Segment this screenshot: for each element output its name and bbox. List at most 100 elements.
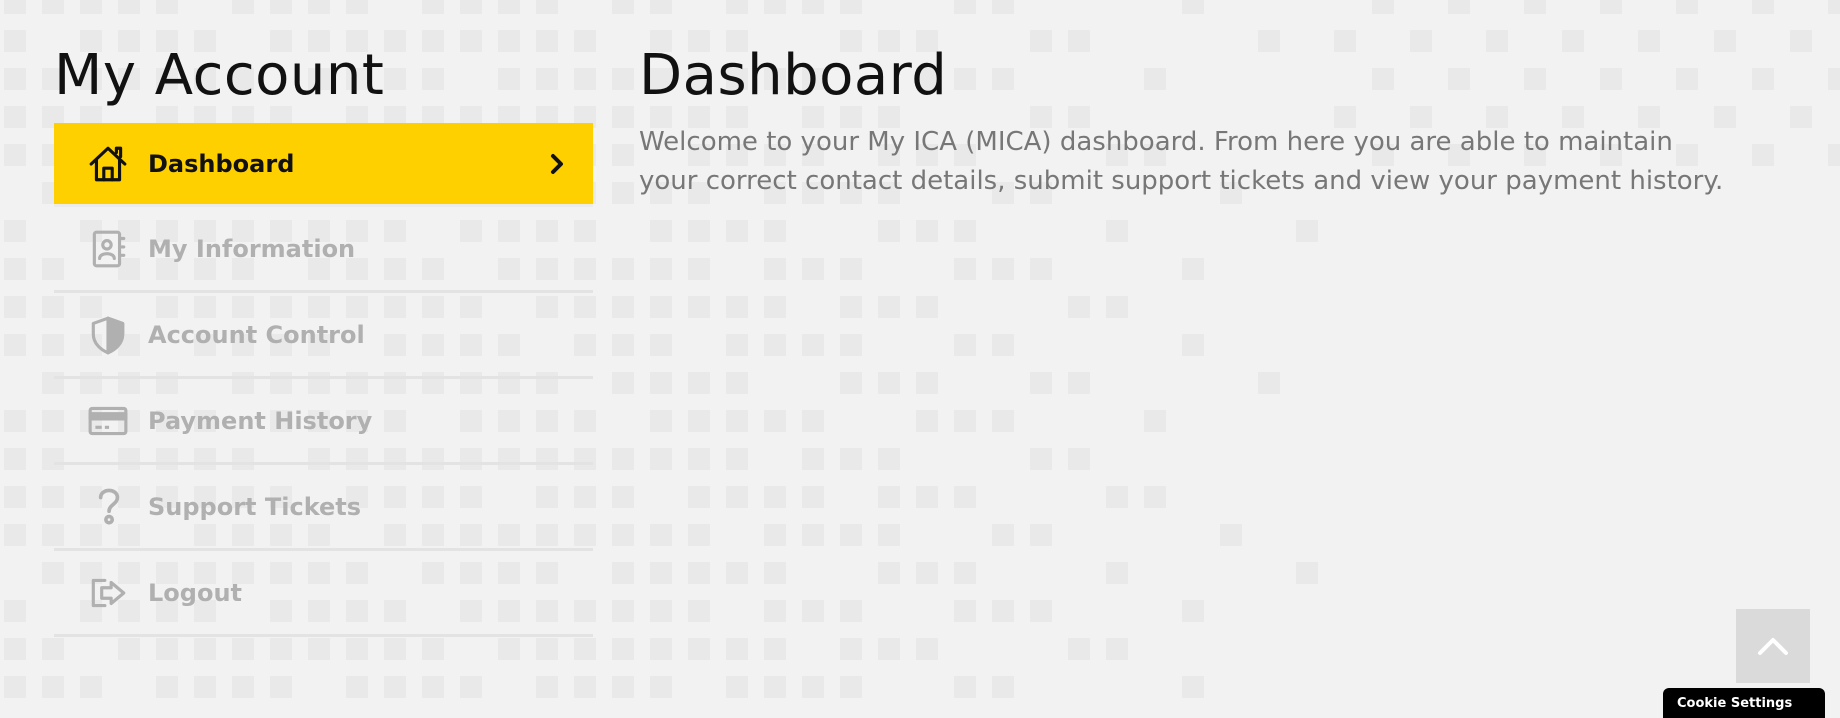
pattern-square [650, 220, 672, 242]
nav-item-payment-history[interactable]: Payment History [54, 379, 593, 465]
pattern-square [802, 676, 824, 698]
pattern-square [1220, 524, 1242, 546]
pattern-square [992, 676, 1014, 698]
pattern-square [1182, 334, 1204, 356]
pattern-square [1828, 0, 1840, 14]
pattern-square [764, 220, 786, 242]
pattern-square [726, 410, 748, 432]
cookie-settings-button[interactable]: Cookie Settings [1663, 688, 1825, 718]
pattern-square [840, 524, 862, 546]
pattern-square [612, 486, 634, 508]
pattern-square [764, 334, 786, 356]
pattern-square [878, 220, 900, 242]
pattern-square [916, 220, 938, 242]
pattern-square [954, 410, 976, 432]
pattern-square [764, 676, 786, 698]
pattern-square [840, 448, 862, 470]
pattern-square [156, 676, 178, 698]
pattern-square [1752, 144, 1774, 166]
pattern-square [1296, 220, 1318, 242]
pattern-square [688, 258, 710, 280]
pattern-square [726, 296, 748, 318]
pattern-square [992, 524, 1014, 546]
pattern-square [1144, 410, 1166, 432]
pattern-square [1828, 144, 1840, 166]
scroll-to-top-button[interactable] [1736, 609, 1810, 683]
pattern-square [878, 372, 900, 394]
pattern-square [1106, 638, 1128, 660]
pattern-square [194, 638, 216, 660]
pattern-square [878, 562, 900, 584]
nav-item-account-control[interactable]: Account Control [54, 293, 593, 379]
pattern-square [726, 372, 748, 394]
nav-item-support-tickets[interactable]: Support Tickets [54, 465, 593, 551]
pattern-square [612, 600, 634, 622]
pattern-square [878, 486, 900, 508]
pattern-square [840, 296, 862, 318]
dashboard-description: Welcome to your My ICA (MICA) dashboard.… [639, 127, 1724, 196]
nav-item-dashboard[interactable]: Dashboard [54, 123, 593, 207]
logout-icon [86, 571, 130, 615]
pattern-square [726, 448, 748, 470]
pattern-square [4, 106, 26, 128]
nav-label-my-information: My Information [148, 234, 356, 263]
pattern-square [688, 372, 710, 394]
nav-item-logout[interactable]: Logout [54, 551, 593, 637]
pattern-square [764, 600, 786, 622]
pattern-square [1030, 372, 1052, 394]
pattern-square [992, 334, 1014, 356]
pattern-square [612, 334, 634, 356]
pattern-square [1030, 524, 1052, 546]
pattern-square [1448, 0, 1470, 14]
pattern-square [650, 258, 672, 280]
pattern-square [1106, 486, 1128, 508]
pattern-square [916, 372, 938, 394]
pattern-square [688, 524, 710, 546]
pattern-square [954, 334, 976, 356]
pattern-square [270, 0, 292, 14]
pattern-square [1752, 0, 1774, 14]
pattern-square [574, 676, 596, 698]
pattern-square [1144, 486, 1166, 508]
pattern-square [4, 30, 26, 52]
pattern-square [1030, 600, 1052, 622]
pattern-square [764, 524, 786, 546]
pattern-square [612, 106, 634, 128]
pattern-square [80, 0, 102, 14]
pattern-square [688, 448, 710, 470]
nav-label-payment-history: Payment History [148, 406, 373, 435]
pattern-square [612, 562, 634, 584]
pattern-square [764, 486, 786, 508]
pattern-square [1030, 448, 1052, 470]
dashboard-content: Dashboard Welcome to your My ICA (MICA) … [639, 40, 1739, 201]
question-icon [86, 485, 130, 529]
pattern-square [4, 638, 26, 660]
pattern-square [4, 486, 26, 508]
credit-card-icon [86, 399, 130, 443]
nav-item-my-information[interactable]: My Information [54, 207, 593, 293]
pattern-square [1372, 0, 1394, 14]
pattern-square [4, 258, 26, 280]
pattern-square [1296, 562, 1318, 584]
pattern-square [1068, 638, 1090, 660]
pattern-square [612, 296, 634, 318]
pattern-square [688, 486, 710, 508]
pattern-square [574, 638, 596, 660]
pattern-square [1068, 448, 1090, 470]
chevron-up-icon [1758, 638, 1788, 655]
pattern-square [4, 410, 26, 432]
pattern-square [1182, 0, 1204, 14]
pattern-square [232, 638, 254, 660]
pattern-square [1676, 0, 1698, 14]
pattern-square [612, 182, 634, 204]
pattern-square [954, 600, 976, 622]
pattern-square [156, 638, 178, 660]
pattern-square [878, 448, 900, 470]
pattern-square [878, 638, 900, 660]
pattern-square [4, 296, 26, 318]
pattern-square [1828, 68, 1840, 90]
pattern-square [840, 334, 862, 356]
pattern-square [954, 258, 976, 280]
pattern-square [1790, 106, 1812, 128]
pattern-square [612, 448, 634, 470]
